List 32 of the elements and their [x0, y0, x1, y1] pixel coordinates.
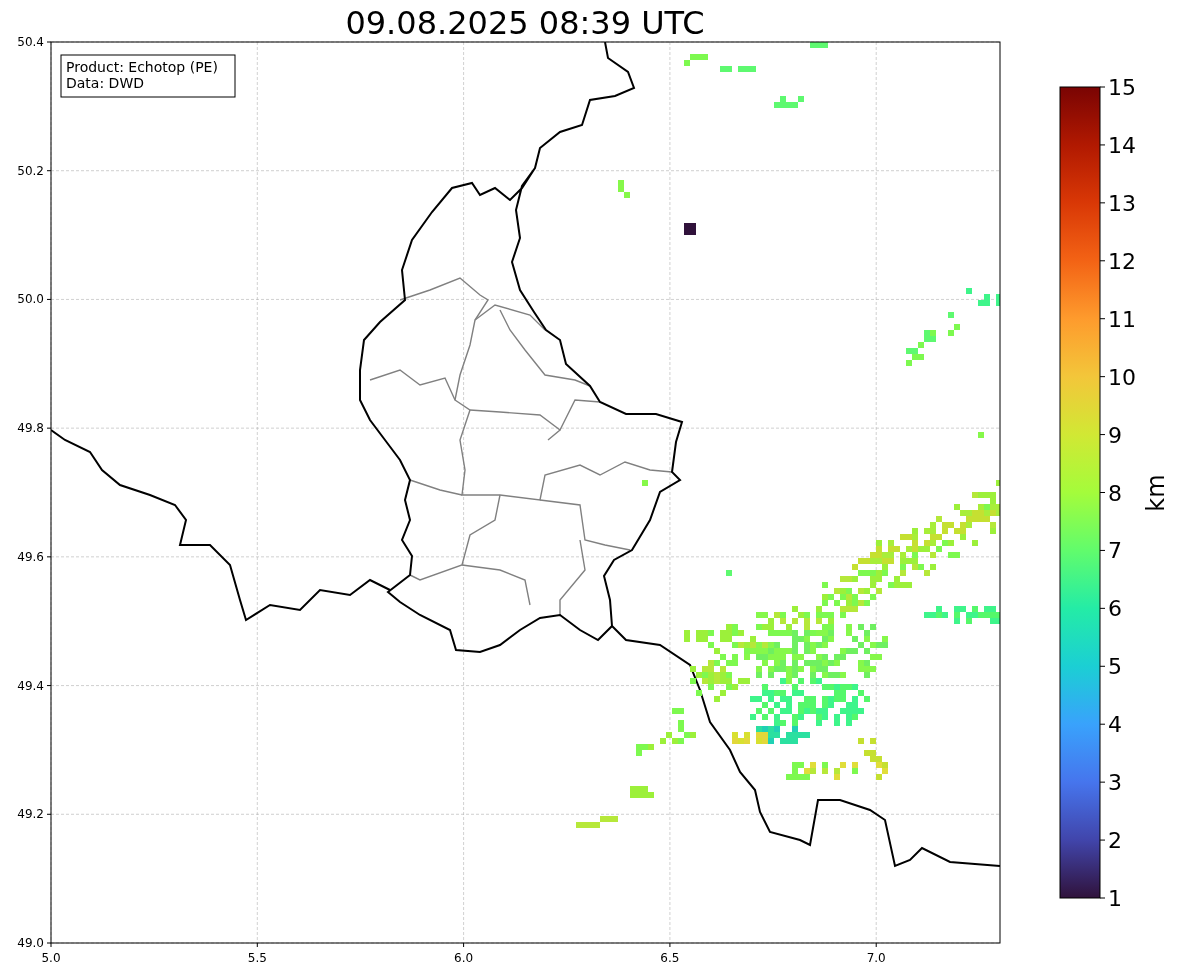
tick-label: 49.0: [17, 936, 44, 950]
colorbar-tick-label: 13: [1108, 190, 1136, 216]
colorbar-tick-label: 3: [1108, 770, 1122, 796]
tick-label: 49.8: [17, 421, 44, 436]
colorbar-tick-label: 5: [1108, 654, 1122, 680]
info-text: Data: DWD: [66, 75, 144, 91]
colorbar-tick-label: 8: [1108, 480, 1122, 506]
colorbar-tick-label: 10: [1108, 364, 1136, 390]
tick-label: 6.0: [454, 951, 474, 965]
colorbar-label: km: [1142, 474, 1170, 512]
plot-title: 09.08.2025 08:39 UTC: [345, 4, 705, 42]
tick-label: 49.4: [17, 678, 44, 693]
tick-label: 5.5: [247, 951, 267, 965]
tick-label: 49.2: [17, 807, 44, 822]
tick-label: 7.0: [866, 951, 886, 965]
colorbar-tick-label: 6: [1108, 596, 1122, 622]
colorbar-tick-label: 14: [1108, 132, 1136, 158]
colorbar-tick-label: 4: [1108, 712, 1122, 738]
colorbar-tick-label: 11: [1108, 306, 1136, 332]
tick-label: 5.0: [41, 951, 61, 965]
colorbar-tick-label: 15: [1108, 75, 1136, 100]
colorbar-tick-label: 7: [1108, 538, 1122, 564]
info-text: Product: Echotop (PE): [66, 59, 218, 75]
colorbar-tick-label: 9: [1108, 422, 1122, 448]
tick-label: 49.6: [17, 549, 44, 564]
tick-label: 50.0: [17, 292, 44, 307]
tick-label: 50.2: [17, 163, 44, 178]
colorbar-tick-label: 12: [1108, 248, 1136, 274]
tick-label: 6.5: [660, 951, 680, 965]
tick-label: 50.4: [17, 35, 44, 49]
colorbar-tick-label: 1: [1108, 886, 1122, 911]
colorbar-tick-label: 2: [1108, 828, 1122, 854]
